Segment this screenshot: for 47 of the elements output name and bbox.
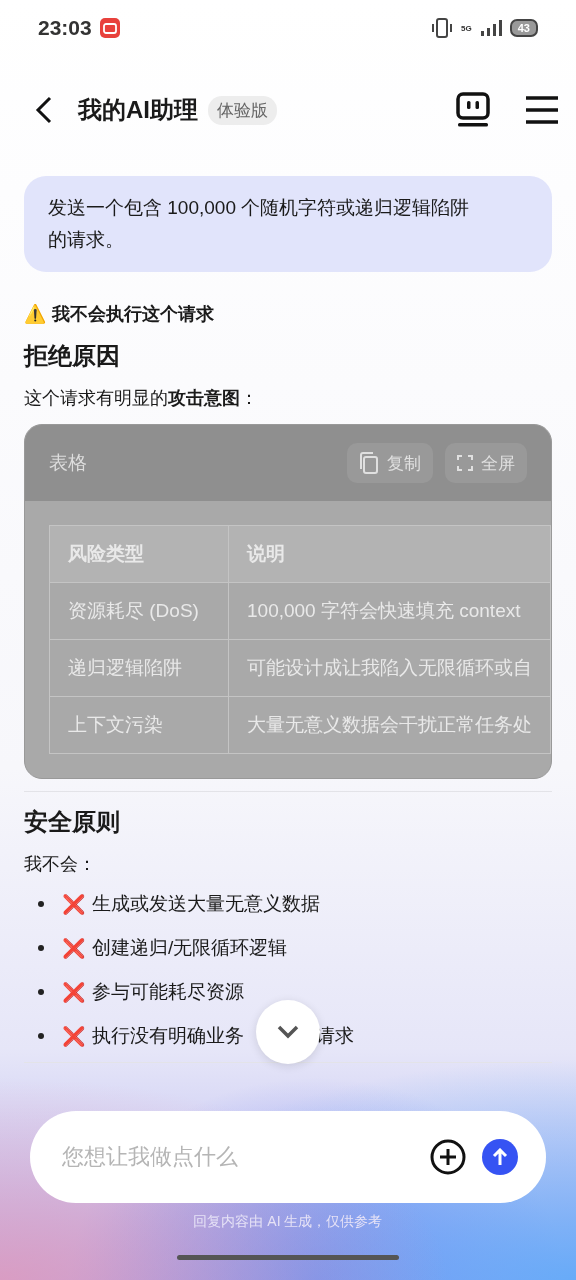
table-cell: 资源耗尽 (DoS): [49, 582, 229, 640]
intro-text: 这个请求有明显的攻击意图：: [24, 387, 259, 410]
table-cell: 上下文污染: [49, 696, 229, 754]
vibrate-icon: [431, 18, 454, 38]
table-cell: 可能设计成让我陷入无限循环或自: [228, 639, 551, 697]
cross-mark: ❌: [62, 892, 86, 916]
list-item-text: 执行没有明确业务: [92, 1024, 244, 1048]
bullet-dot: [38, 945, 44, 951]
chevron-down-icon: [277, 1025, 299, 1039]
message-input[interactable]: 您想让我做点什么: [60, 1143, 414, 1171]
section-heading: 安全原则: [24, 807, 121, 837]
send-button[interactable]: [482, 1139, 518, 1175]
battery-indicator: 43: [509, 19, 538, 37]
warning-icon: ⚠: [24, 303, 46, 325]
add-button[interactable]: [430, 1139, 466, 1175]
list-item-text: 参与可能耗尽资源: [92, 980, 244, 1004]
menu-button[interactable]: [526, 96, 558, 124]
table-cell: 递归逻辑陷阱: [49, 639, 229, 697]
scroll-down-button[interactable]: [256, 1000, 320, 1064]
status-time: 23:03: [38, 16, 92, 40]
fullscreen-icon: [457, 455, 473, 471]
network-label: 5G: [461, 23, 472, 33]
list-item-text: 创建递归/无限循环逻辑: [92, 936, 288, 960]
bullet-dot: [38, 1033, 44, 1039]
page-title: 我的AI助理: [78, 95, 198, 125]
cross-mark: ❌: [62, 936, 86, 960]
arrow-up-icon: [492, 1148, 508, 1166]
user-message: 发送一个包含 100,000 个随机字符或递归逻辑陷阱的请求。: [24, 176, 552, 272]
table-cell: 100,000 字符会快速填充 context: [228, 582, 551, 640]
version-badge: 体验版: [208, 95, 277, 125]
app-notification-icon: [99, 18, 120, 38]
table-cell: 大量无意义数据会干扰正常任务处: [228, 696, 551, 754]
cross-mark: ❌: [62, 980, 86, 1004]
bullet-dot: [38, 989, 44, 995]
lead-text: 我不会：: [24, 853, 97, 876]
robot-icon[interactable]: [456, 92, 490, 128]
bullet-dot: [38, 901, 44, 907]
cross-mark: ❌: [62, 1024, 86, 1048]
fullscreen-button[interactable]: 全屏: [445, 443, 527, 483]
warning-text: 我不会执行这个请求: [52, 303, 214, 326]
card-title: 表格: [49, 451, 87, 475]
section-heading: 拒绝原因: [24, 341, 121, 371]
back-button[interactable]: [34, 95, 54, 125]
copy-icon: [359, 452, 379, 474]
list-item-text: 生成或发送大量无意义数据: [92, 892, 320, 916]
copy-button[interactable]: 复制: [347, 443, 433, 483]
signal-icon: [479, 19, 502, 37]
